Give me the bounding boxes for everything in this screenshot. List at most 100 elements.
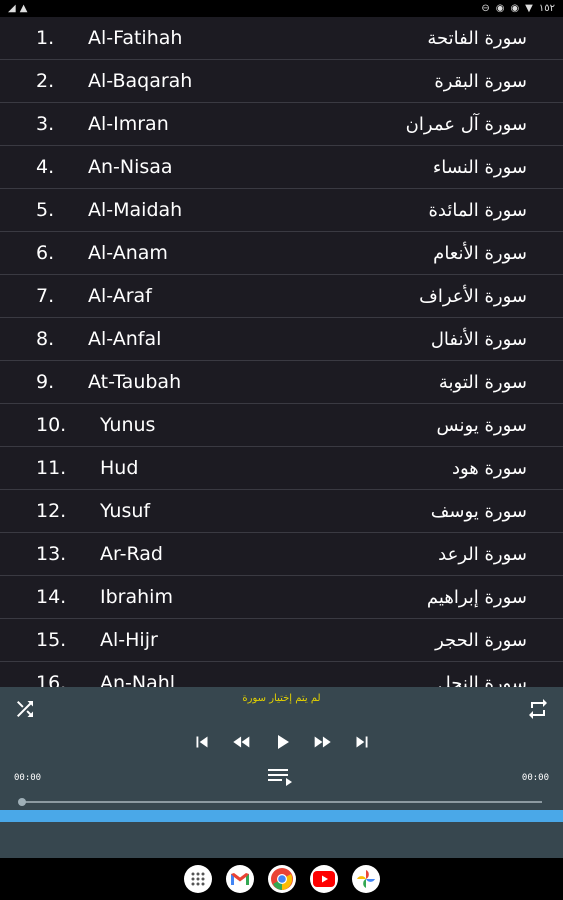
surah-list[interactable]: 1. Al-Fatihah سورة الفاتحة 2. Al-Baqarah… [0, 17, 563, 687]
playlist-button[interactable] [267, 767, 295, 787]
photos-icon [356, 870, 375, 888]
surah-row[interactable]: 12. Yusuf سورة يوسف [0, 490, 563, 533]
wifi-icon: ▼ [525, 2, 533, 14]
fast-forward-button[interactable] [308, 731, 336, 753]
surah-number: 13. [36, 543, 67, 565]
rewind-icon [232, 736, 249, 748]
surah-name-english: Al-Baqarah [88, 70, 193, 92]
battery-text: ١٥٢ [538, 2, 555, 14]
surah-row[interactable]: 7. Al-Araf سورة الأعراف [0, 275, 563, 318]
seek-thumb[interactable] [18, 798, 26, 806]
repeat-icon [529, 699, 547, 719]
surah-row[interactable]: 2. Al-Baqarah سورة البقرة [0, 60, 563, 103]
surah-name-english: Al-Anam [88, 242, 168, 264]
surah-name-arabic: سورة البقرة [434, 71, 527, 92]
surah-name-english: Yunus [100, 414, 156, 436]
seek-bar[interactable] [22, 801, 542, 803]
surah-row[interactable]: 14. Ibrahim سورة إبراهيم [0, 576, 563, 619]
surah-row[interactable]: 6. Al-Anam سورة الأنعام [0, 232, 563, 275]
surah-name-arabic: سورة هود [451, 458, 527, 479]
surah-number: 5. [36, 199, 55, 221]
surah-row[interactable]: 9. At-Taubah سورة التوبة [0, 361, 563, 404]
surah-name-arabic: سورة الأنعام [433, 243, 527, 264]
next-button[interactable] [348, 731, 376, 753]
surah-row[interactable]: 1. Al-Fatihah سورة الفاتحة [0, 17, 563, 60]
surah-name-arabic: سورة آل عمران [405, 114, 527, 135]
youtube-button[interactable] [309, 865, 338, 893]
surah-row[interactable]: 13. Ar-Rad سورة الرعد [0, 533, 563, 576]
surah-name-english: Al-Araf [88, 285, 152, 307]
surah-name-arabic: سورة يونس [436, 415, 528, 436]
skip-next-icon [356, 736, 367, 748]
surah-name-arabic: سورة التوبة [438, 372, 527, 393]
surah-name-arabic: سورة النساء [432, 157, 527, 178]
surah-name-arabic: سورة يوسف [430, 501, 527, 522]
surah-name-arabic: سورة الفاتحة [427, 28, 527, 49]
surah-name-english: An-Nisaa [88, 156, 173, 178]
surah-number: 14. [36, 586, 67, 608]
taskbar [0, 858, 563, 900]
photos-button[interactable] [351, 865, 380, 893]
gmail-icon [230, 873, 249, 885]
app-drawer-button[interactable] [183, 865, 212, 893]
surah-number: 8. [36, 328, 55, 350]
repeat-button[interactable] [525, 697, 551, 721]
notification-icon: ◢ [8, 2, 16, 14]
surah-name-arabic: سورة إبراهيم [426, 587, 527, 608]
surah-name-english: Yusuf [100, 500, 151, 522]
elapsed-time: 00:00 [14, 773, 42, 783]
surah-name-english: Al-Anfal [88, 328, 162, 350]
surah-name-english: Hud [100, 457, 139, 479]
surah-row[interactable]: 16. An-Nahl سورة النحل [0, 662, 563, 687]
queue-music-icon [268, 769, 292, 786]
surah-row[interactable]: 3. Al-Imran سورة آل عمران [0, 103, 563, 146]
surah-name-arabic: سورة الحجر [435, 630, 527, 651]
play-button[interactable] [268, 731, 296, 753]
surah-row[interactable]: 11. Hud سورة هود [0, 447, 563, 490]
surah-row[interactable]: 15. Al-Hijr سورة الحجر [0, 619, 563, 662]
surah-number: 12. [36, 500, 67, 522]
surah-row[interactable]: 4. An-Nisaa سورة النساء [0, 146, 563, 189]
surah-name-arabic: سورة الأنفال [430, 329, 527, 350]
rewind-button[interactable] [228, 731, 256, 753]
surah-number: 2. [36, 70, 55, 92]
surah-name-arabic: سورة الأعراف [419, 286, 527, 307]
previous-button[interactable] [188, 731, 216, 753]
surah-row[interactable]: 8. Al-Anfal سورة الأنفال [0, 318, 563, 361]
app-drawer-icon [191, 872, 204, 886]
transport-controls [0, 731, 563, 753]
alert-icon: ▲ [19, 2, 28, 14]
gmail-button[interactable] [225, 865, 254, 893]
surah-name-english: An-Nahl [100, 672, 176, 687]
surah-name-arabic: سورة الرعد [438, 544, 527, 565]
surah-number: 3. [36, 113, 55, 135]
dnd-icon: ⊖ [481, 2, 490, 14]
surah-row[interactable]: 5. Al-Maidah سورة المائدة [0, 189, 563, 232]
player-footer [0, 822, 563, 858]
surah-name-english: Al-Imran [88, 113, 169, 135]
skip-previous-icon [196, 736, 207, 748]
surah-row[interactable]: 10. Yunus سورة يونس [0, 404, 563, 447]
surah-number: 10. [36, 414, 67, 436]
surah-number: 9. [36, 371, 55, 393]
chrome-button[interactable] [267, 865, 296, 893]
audio-player: لم يتم إختيار سورة 00:00 00:00 [0, 687, 563, 810]
status-bar: ◢ ▲ ⊖ ◉ ◉ ▼ ١٥٢ [0, 0, 563, 17]
surah-name-arabic: سورة المائدة [428, 200, 528, 221]
play-icon [277, 735, 289, 749]
duration-time: 00:00 [521, 773, 549, 783]
surah-name-english: Al-Fatihah [88, 27, 183, 49]
surah-name-english: Al-Hijr [100, 629, 158, 651]
surah-name-english: Ibrahim [100, 586, 173, 608]
surah-number: 11. [36, 457, 67, 479]
location-icon: ◉ [510, 2, 520, 14]
fast-forward-icon [314, 736, 331, 748]
data-saver-icon: ◉ [495, 2, 505, 14]
surah-number: 6. [36, 242, 55, 264]
chrome-icon [270, 868, 293, 890]
surah-number: 1. [36, 27, 55, 49]
youtube-icon [312, 871, 335, 887]
surah-name-english: Ar-Rad [100, 543, 163, 565]
surah-number: 15. [36, 629, 67, 651]
surah-name-english: Al-Maidah [88, 199, 183, 221]
